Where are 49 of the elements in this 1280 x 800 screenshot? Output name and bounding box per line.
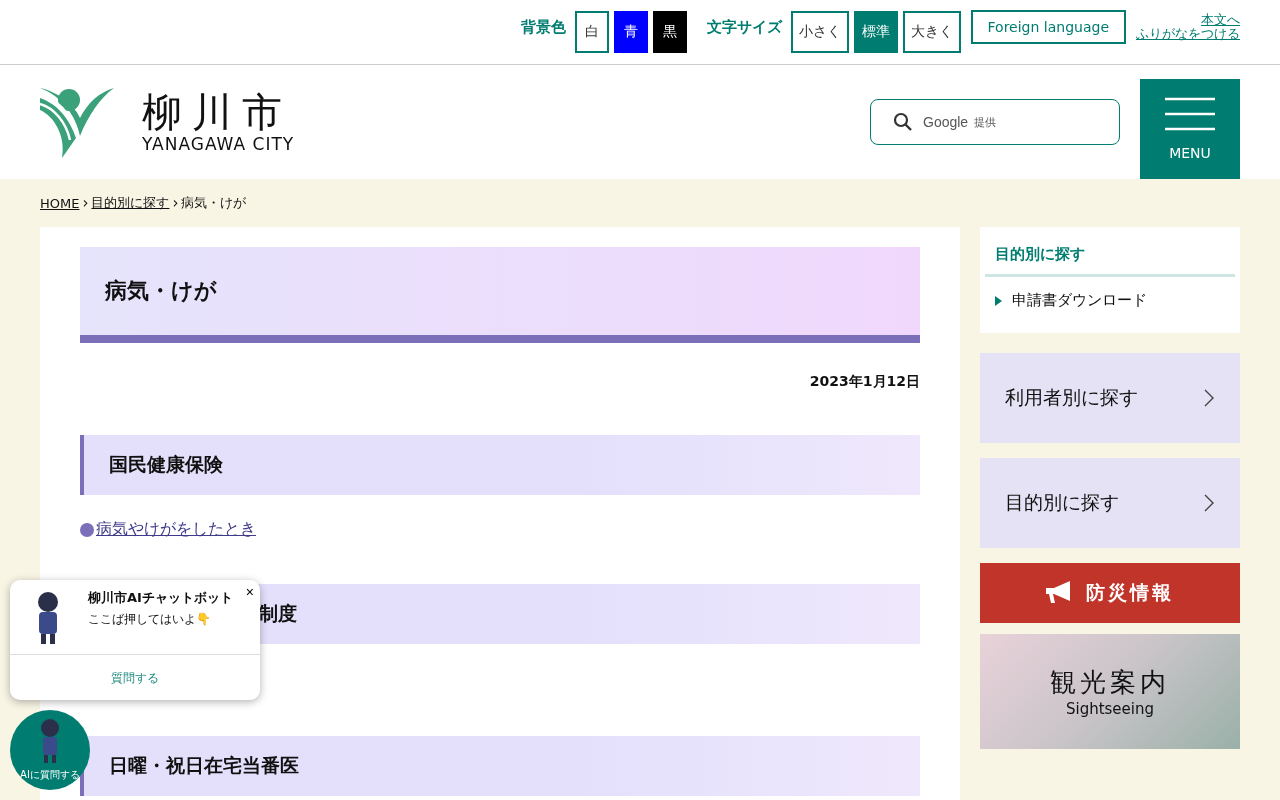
breadcrumb-link[interactable]: HOME: [40, 195, 80, 211]
menu-button[interactable]: MENU: [1140, 79, 1240, 179]
sidebar-link[interactable]: 申請書ダウンロード: [1012, 291, 1147, 310]
menu-icon: [1164, 97, 1216, 131]
breadcrumb-link[interactable]: 目的別に探す: [91, 194, 170, 212]
background-color-label: 背景色: [520, 17, 566, 37]
search-provider-suffix: 提供: [974, 114, 997, 130]
disaster-info-button[interactable]: 防災情報: [980, 563, 1240, 623]
text-size-label: 文字サイズ: [706, 17, 782, 37]
sidebar-box-title: 目的別に探す: [985, 235, 1235, 277]
megaphone-icon: [1046, 581, 1072, 605]
chatbot-title: 柳川市AIチャットボット: [88, 590, 234, 607]
background-color-button[interactable]: 青: [613, 11, 648, 53]
city-logo-icon[interactable]: [40, 86, 114, 158]
date: 2023年1月12日: [808, 373, 920, 391]
sightseeing-banner[interactable]: 観光案内 Sightseeing: [980, 634, 1240, 749]
bullet-icon: [80, 522, 94, 537]
category-nav-button[interactable]: 目的別に探す: [980, 458, 1240, 548]
chatbot-message: ここば押してはいよ👇: [88, 610, 212, 628]
text-size-button[interactable]: 標準: [853, 11, 898, 53]
section-heading: 制度: [259, 601, 297, 626]
page-title: 病気・けが: [105, 277, 217, 305]
background-color-button[interactable]: 白: [574, 11, 609, 53]
sightseeing-subtitle: Sightseeing: [1065, 700, 1155, 718]
breadcrumb-current: 病気・けが: [181, 194, 247, 212]
chevron-right-icon: [1203, 389, 1215, 407]
skip-to-content-link[interactable]: 本文へ: [1201, 12, 1240, 27]
close-button[interactable]: ×: [245, 584, 254, 600]
category-nav-button[interactable]: 利用者別に探す: [980, 353, 1240, 443]
city-name[interactable]: 柳川市: [142, 90, 295, 134]
background-color-button[interactable]: 黒: [652, 11, 687, 53]
text-size-button[interactable]: 小さく: [790, 11, 849, 53]
ai-chat-button[interactable]: AIに質問する: [10, 710, 90, 790]
text-size-button[interactable]: 大きく: [902, 11, 961, 53]
search-field[interactable]: Google 提供: [870, 99, 1120, 145]
section-heading: 日曜・祝日在宅当番医: [109, 753, 299, 778]
search-icon: [893, 112, 913, 132]
page-link[interactable]: 病気やけがをしたとき: [96, 519, 256, 540]
furigana-link[interactable]: ふりがなをつける: [1136, 27, 1240, 42]
foreign-language-button[interactable]: Foreign language: [970, 10, 1126, 44]
triangle-icon: [995, 295, 1002, 306]
section-heading: 国民健康保険: [109, 452, 223, 477]
breadcrumb-separator: ›: [82, 194, 89, 212]
chevron-right-icon: [1203, 494, 1215, 512]
city-name-english[interactable]: YANAGAWA CITY: [142, 134, 295, 154]
ask-question-button[interactable]: 質問する: [105, 669, 165, 688]
breadcrumb-separator: ›: [172, 194, 179, 212]
sightseeing-title: 観光案内: [1050, 666, 1170, 699]
search-provider-label: Google: [923, 114, 969, 130]
